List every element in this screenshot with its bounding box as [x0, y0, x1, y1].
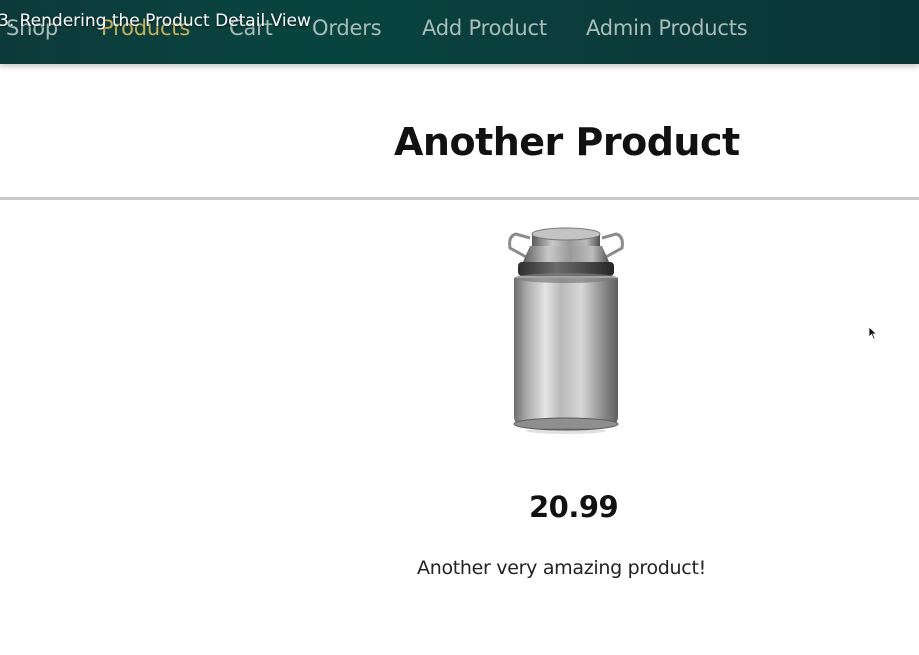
nav-item-orders[interactable]: Orders — [312, 14, 382, 42]
nav-item-add-product[interactable]: Add Product — [422, 14, 547, 42]
milk-can-image — [498, 220, 634, 436]
product-description: Another very amazing product! — [417, 557, 706, 579]
mouse-cursor-icon — [868, 325, 878, 340]
product-price: 20.99 — [529, 490, 619, 524]
nav-item-admin-products[interactable]: Admin Products — [586, 14, 748, 42]
product-title: Another Product — [394, 120, 740, 164]
video-title-overlay: 3. Rendering the Product Detail View — [0, 11, 311, 31]
divider — [0, 197, 919, 200]
